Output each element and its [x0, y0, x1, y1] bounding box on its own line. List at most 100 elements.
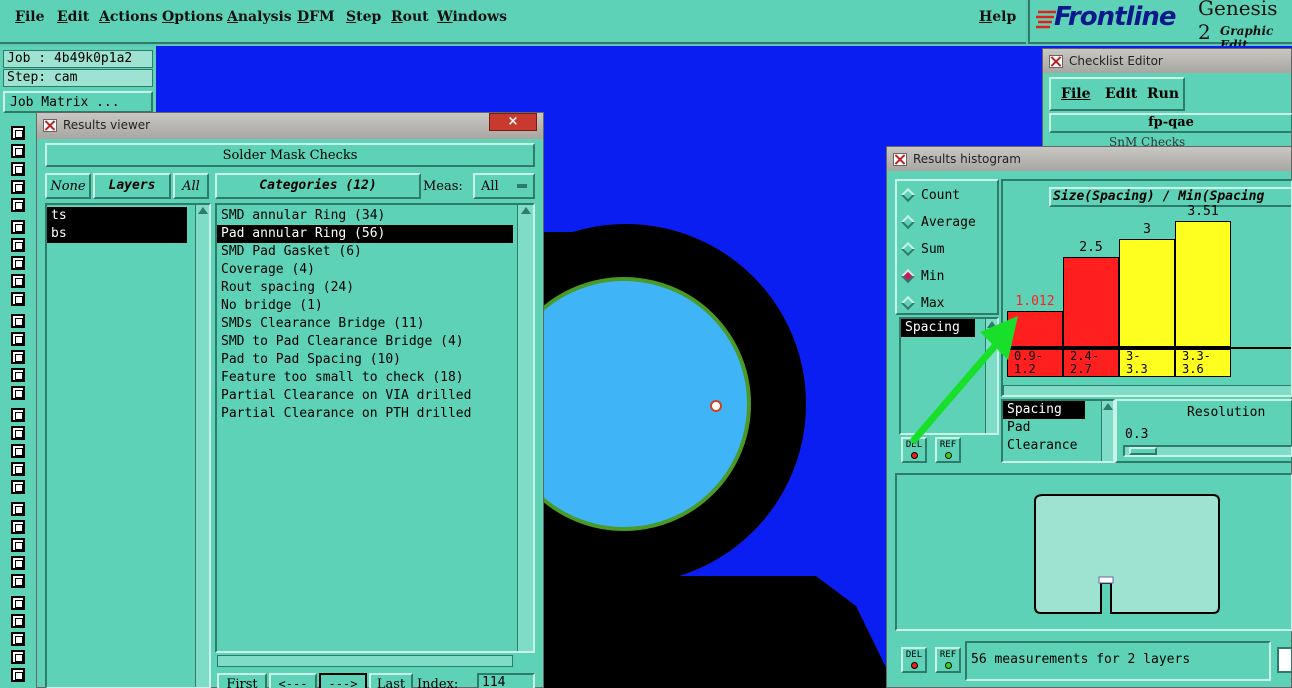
solder-mask-checks-header[interactable]: Solder Mask Checks [45, 143, 535, 167]
histogram-bar[interactable] [1175, 221, 1231, 347]
job-matrix-button[interactable]: Job Matrix ... [3, 91, 153, 113]
checklist-menu-edit[interactable]: Edit [1105, 86, 1137, 102]
category-item[interactable]: SMD to Pad Clearance Bridge (4) [217, 333, 513, 351]
layer-toggle-icon[interactable] [11, 368, 25, 382]
scroll-up-icon[interactable] [197, 207, 208, 214]
menu-rout[interactable]: Rout [391, 9, 429, 25]
last-button[interactable]: Last [369, 673, 413, 688]
mode-sum[interactable]: Sum [900, 238, 945, 260]
layer-toggle-icon[interactable] [11, 332, 25, 346]
layers-list[interactable]: ts bs [45, 203, 211, 688]
layer-toggle-icon[interactable] [11, 180, 25, 194]
scroll-up-icon[interactable] [520, 207, 531, 214]
checklist-menu-file[interactable]: File [1061, 86, 1090, 102]
layer-toggle-icon[interactable] [11, 502, 25, 516]
layer-toggle-icon[interactable] [11, 668, 25, 682]
layer-toggle-icon[interactable] [11, 274, 25, 288]
category-item[interactable]: Pad to Pad Spacing (10) [217, 351, 513, 369]
layer-toggle-icon[interactable] [11, 292, 25, 306]
category-item[interactable]: SMD annular Ring (34) [217, 207, 513, 225]
menu-actions[interactable]: Actions [99, 9, 158, 25]
layers-scrollbar[interactable] [195, 205, 209, 687]
category-item[interactable]: Feature too small to check (18) [217, 369, 513, 387]
layer-toggle-icon[interactable] [11, 650, 25, 664]
prev-button[interactable]: <--- [269, 673, 317, 688]
category-item[interactable]: Pad annular Ring (56) [217, 225, 513, 243]
mode-sum-label: Sum [921, 241, 945, 257]
layer-toggle-icon[interactable] [11, 162, 25, 176]
bar-value-label: 3.51 [1187, 204, 1219, 219]
category-item[interactable]: Rout spacing (24) [217, 279, 513, 297]
menu-edit[interactable]: Edit [57, 9, 89, 25]
del-button-2[interactable]: DEL [901, 647, 927, 673]
menu-analysis[interactable]: Analysis [227, 9, 292, 25]
mode-count[interactable]: Count [900, 184, 960, 206]
category-item[interactable]: Coverage (4) [217, 261, 513, 279]
histogram-bar[interactable] [1063, 257, 1119, 347]
dimension-list-scrollbar[interactable] [1101, 401, 1113, 461]
layer-toggle-icon[interactable] [11, 314, 25, 328]
layer-toggle-icon[interactable] [11, 238, 25, 252]
slider-handle[interactable] [1129, 447, 1157, 455]
menu-step[interactable]: Step [346, 9, 381, 25]
layers-all-button[interactable]: All [173, 173, 209, 199]
layer-item[interactable]: ts [47, 207, 187, 225]
meas-dropdown[interactable]: All [473, 173, 535, 199]
checklist-editor-titlebar[interactable]: Checklist Editor [1043, 49, 1291, 73]
layer-toggle-icon[interactable] [11, 408, 25, 422]
chart-bars: 1.012 2.5 3 3.51 [1007, 204, 1291, 347]
checklist-menu-run[interactable]: Run [1147, 86, 1179, 102]
red-dot-icon [910, 662, 918, 669]
chart-hscrollbar[interactable] [1003, 385, 1291, 395]
category-item[interactable]: SMD Pad Gasket (6) [217, 243, 513, 261]
checklist-name: fp-qae [1049, 113, 1292, 133]
categories-hscrollbar[interactable] [217, 655, 513, 667]
category-item[interactable]: Partial Clearance on VIA drilled [217, 387, 513, 405]
layer-toggle-icon[interactable] [11, 386, 25, 400]
layer-toggle-icon[interactable] [11, 198, 25, 212]
layer-toggle-icon[interactable] [11, 556, 25, 570]
category-item[interactable]: No bridge (1) [217, 297, 513, 315]
layer-toggle-icon[interactable] [11, 144, 25, 158]
histogram-bar[interactable] [1119, 239, 1175, 347]
next-button[interactable]: ---> [319, 673, 367, 688]
menu-dfm[interactable]: DFM [297, 9, 335, 25]
category-item[interactable]: SMDs Clearance Bridge (11) [217, 315, 513, 333]
menu-options[interactable]: Options [162, 9, 223, 25]
scroll-up-icon[interactable] [1102, 403, 1113, 410]
results-viewer-titlebar[interactable]: Results viewer × [37, 113, 543, 139]
layer-toggle-icon[interactable] [11, 350, 25, 364]
categories-list[interactable]: SMD annular Ring (34) Pad annular Ring (5… [215, 203, 535, 653]
layer-toggle-icon[interactable] [11, 614, 25, 628]
categories-scrollbar[interactable] [517, 205, 533, 651]
ref-button-2[interactable]: REF [935, 647, 961, 673]
menu-help[interactable]: Help [979, 9, 1016, 25]
layer-toggle-icon[interactable] [11, 256, 25, 270]
layer-toggle-icon[interactable] [11, 632, 25, 646]
resolution-slider[interactable] [1123, 445, 1292, 457]
layer-toggle-icon[interactable] [11, 574, 25, 588]
layer-toggle-icon[interactable] [11, 220, 25, 234]
chart-icon[interactable] [1277, 647, 1292, 673]
layer-toggle-icon[interactable] [11, 520, 25, 534]
layer-toggle-icon[interactable] [11, 444, 25, 458]
histogram-titlebar[interactable]: Results histogram [887, 147, 1291, 171]
menu-file[interactable]: File [15, 9, 45, 25]
first-button[interactable]: First [217, 673, 267, 688]
status-text: 56 measurements for 2 layers [965, 641, 1271, 681]
mode-average[interactable]: Average [900, 211, 976, 233]
mode-min[interactable]: Min [900, 265, 944, 287]
layer-toggle-icon[interactable] [11, 462, 25, 476]
layer-item[interactable]: bs [47, 225, 187, 243]
menu-windows[interactable]: Windows [437, 9, 507, 25]
layers-none-button[interactable]: None [45, 173, 91, 199]
close-icon[interactable]: × [489, 113, 537, 131]
layer-toggle-icon[interactable] [11, 126, 25, 140]
index-input[interactable]: 114 [477, 673, 535, 688]
layer-toggle-icon[interactable] [11, 596, 25, 610]
layer-toggle-icon[interactable] [11, 426, 25, 440]
histogram-category-label: 3- 3.3 [1119, 349, 1175, 377]
layer-toggle-icon[interactable] [11, 480, 25, 494]
layer-toggle-icon[interactable] [11, 538, 25, 552]
category-item[interactable]: Partial Clearance on PTH drilled [217, 405, 513, 423]
